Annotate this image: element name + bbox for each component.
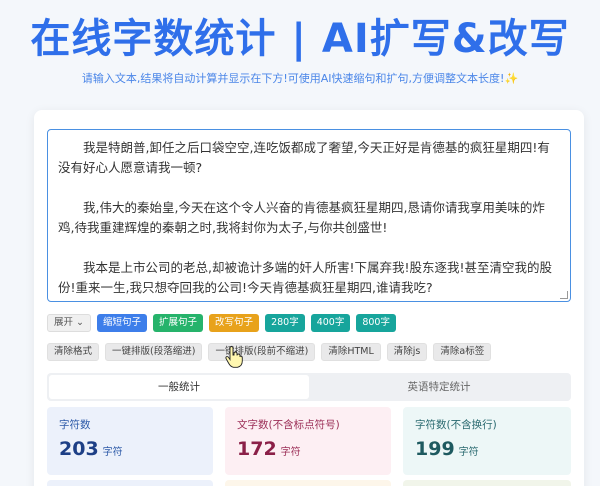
stat-value: 199 xyxy=(415,438,455,460)
tab-english[interactable]: 英语特定统计 xyxy=(309,375,569,399)
expand-label: 展开 xyxy=(54,317,74,328)
length-400-button[interactable]: 400字 xyxy=(310,314,351,332)
typeset-indent-button[interactable]: 一键排版(段落缩进) xyxy=(105,343,203,361)
stat-label: 文字数(不含标点符号) xyxy=(237,419,340,431)
length-800-button[interactable]: 800字 xyxy=(356,314,396,332)
stat-card-partial xyxy=(403,480,571,486)
stat-card-partial xyxy=(47,480,213,486)
format-toolbar: 清除格式 一键排版(段落缩进) 一键排版(段前不缩进) 清除HTML 清除js … xyxy=(47,343,492,361)
stat-value: 203 xyxy=(59,438,99,460)
stat-unit: 字符 xyxy=(102,447,123,458)
resize-handle[interactable] xyxy=(560,291,568,299)
extend-button[interactable]: 扩展句子 xyxy=(153,314,204,332)
paragraph-3: 我本是上市公司的老总,却被诡计多端的奸人所害!下属弃我!股东逐我!甚至清空我的股… xyxy=(58,260,553,295)
expand-dropdown-button[interactable]: 展开 ⌄ xyxy=(47,314,92,332)
page-subtitle: 请输入文本,结果将自动计算并显示在下方!可使用AI快速缩句和扩句,方便调整文本长… xyxy=(81,72,519,85)
stat-card-chars-no-newline: 字符数(不含换行) 199 字符 xyxy=(403,407,571,475)
stat-card-chars: 字符数 203 字符 xyxy=(47,407,213,475)
stat-card-words: 文字数(不含标点符号) 172 字符 xyxy=(225,407,391,475)
shorten-button[interactable]: 缩短句子 xyxy=(97,314,148,332)
page-title: 在线字数统计 | AI扩写&改写 xyxy=(30,16,570,62)
hand-cursor-icon xyxy=(225,346,243,368)
chevron-down-icon: ⌄ xyxy=(76,317,85,328)
clear-html-button[interactable]: 清除HTML xyxy=(321,343,381,361)
stat-unit: 字符 xyxy=(280,447,301,458)
stat-value: 172 xyxy=(237,438,277,460)
paragraph-1: 我是特朗普,卸任之后口袋空空,连吃饭都成了奢望,今天正好是肯德基的疯狂星期四!有… xyxy=(58,140,550,175)
paragraph-2: 我,伟大的秦始皇,今天在这个令人兴奋的肯德基疯狂星期四,恳请你请我享用美味的炸鸡… xyxy=(58,200,545,235)
stat-unit: 字符 xyxy=(458,447,479,458)
rewrite-button[interactable]: 改写句子 xyxy=(209,314,260,332)
length-280-button[interactable]: 280字 xyxy=(265,314,305,332)
stat-label: 字符数 xyxy=(59,419,91,431)
tab-general[interactable]: 一般统计 xyxy=(49,375,309,399)
clear-a-tag-button[interactable]: 清除a标签 xyxy=(433,343,492,361)
ai-toolbar: 展开 ⌄ 缩短句子 扩展句子 改写句子 280字 400字 800字 xyxy=(47,314,396,332)
stat-label: 字符数(不含换行) xyxy=(415,419,497,431)
stats-tabs: 一般统计 英语特定统计 xyxy=(47,373,571,401)
stat-card-partial xyxy=(225,480,391,486)
clear-js-button[interactable]: 清除js xyxy=(386,343,428,361)
text-input-area[interactable]: 我是特朗普,卸任之后口袋空空,连吃饭都成了奢望,今天正好是肯德基的疯狂星期四!有… xyxy=(47,129,571,302)
clear-format-button[interactable]: 清除格式 xyxy=(47,343,100,361)
